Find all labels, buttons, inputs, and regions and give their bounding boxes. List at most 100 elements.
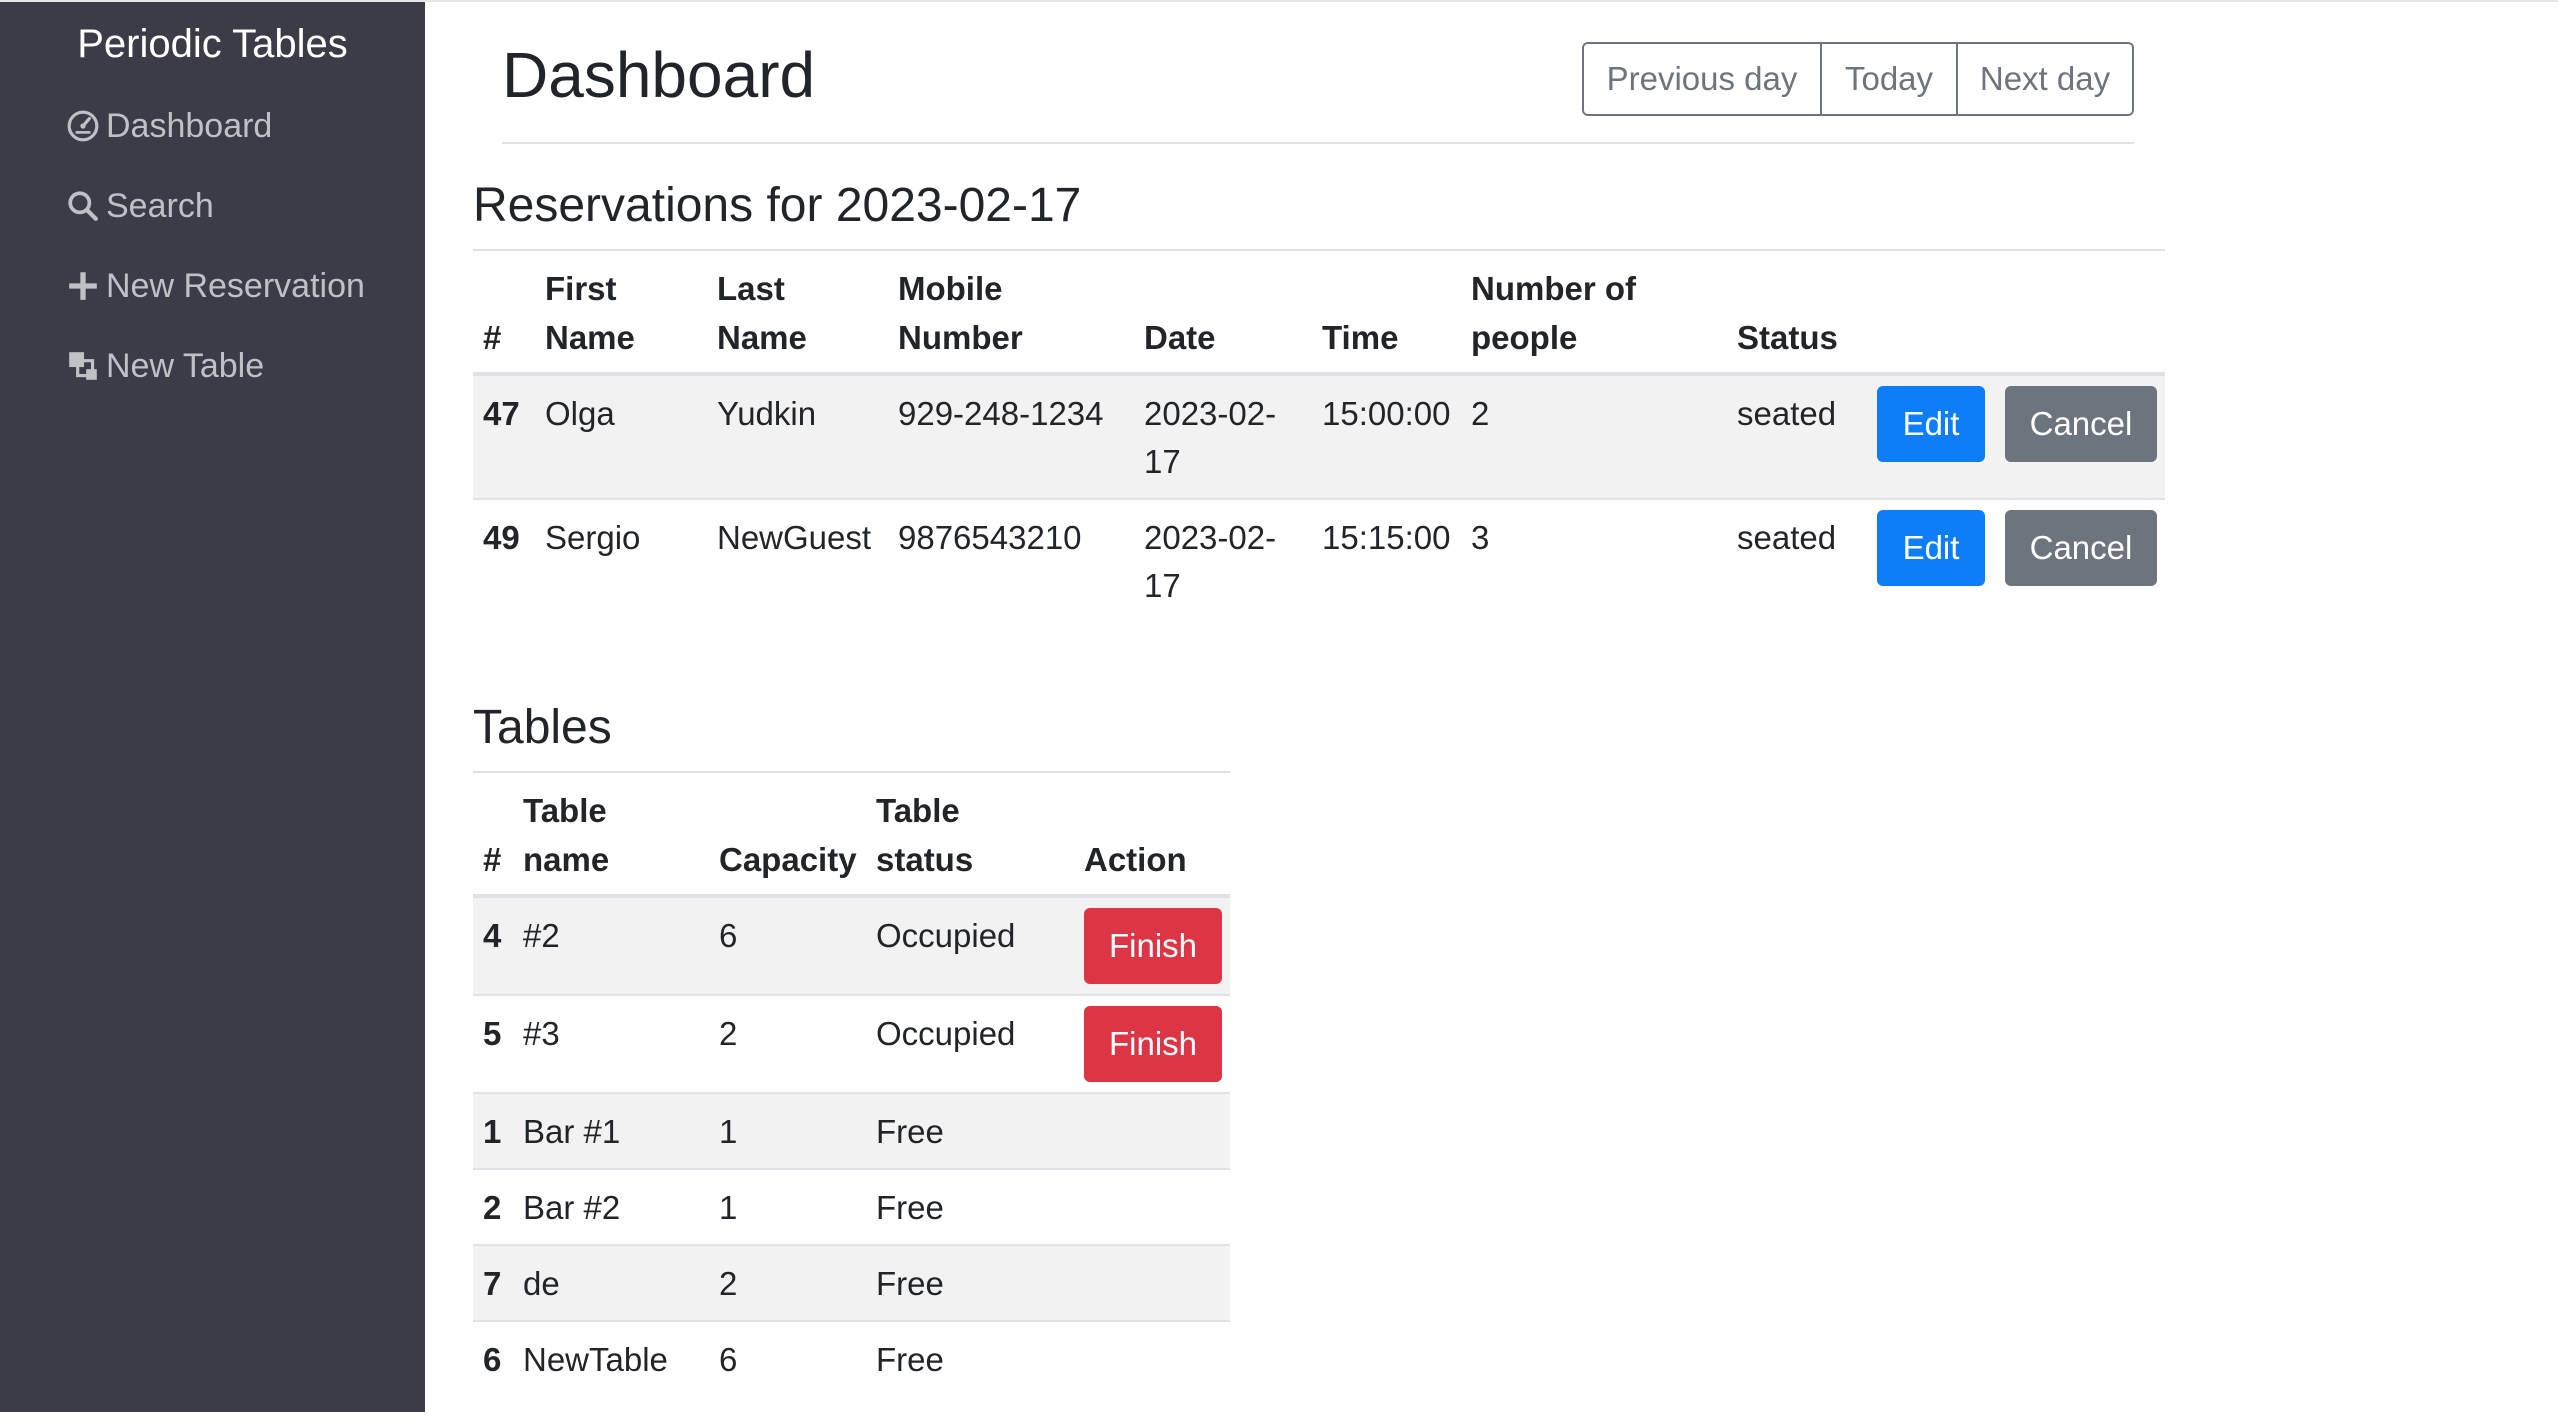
last-name: NewGuest <box>707 498 888 622</box>
column-header: First Name <box>535 256 707 376</box>
cancel-button[interactable]: Cancel <box>2005 386 2157 462</box>
reservation-time: 15:00:00 <box>1312 373 1461 499</box>
first-name: Olga <box>535 373 707 499</box>
column-header: # <box>473 778 513 898</box>
reservation-time: 15:15:00 <box>1312 498 1461 622</box>
sidebar-item-label: Dashboard <box>106 106 273 145</box>
previous-day-button[interactable]: Previous day <box>1584 44 1820 114</box>
today-button[interactable]: Today <box>1820 44 1956 114</box>
table-id: 1 <box>473 1092 513 1169</box>
column-header: Number of people <box>1461 256 1727 376</box>
table-capacity: 6 <box>709 1320 866 1396</box>
table-action <box>1074 1168 1230 1245</box>
reservation-status: seated <box>1727 373 1867 499</box>
row-actions: Edit Cancel <box>1867 498 2165 622</box>
table-action <box>1074 1320 1230 1396</box>
cancel-button[interactable]: Cancel <box>2005 510 2157 586</box>
reservations-heading: Reservations for 2023-02-17 <box>473 179 1082 232</box>
table-id: 7 <box>473 1244 513 1321</box>
table-status: Occupied <box>866 994 1074 1093</box>
table-header-row: # First Name Last Name Mobile Number Dat… <box>473 256 2165 376</box>
next-day-button[interactable]: Next day <box>1956 44 2132 114</box>
table-row: 5 #3 2 Occupied Finish <box>473 994 1230 1093</box>
table-id: 4 <box>473 895 513 995</box>
table-action: Finish <box>1074 895 1230 995</box>
plus-icon <box>66 269 100 303</box>
first-name: Sergio <box>535 498 707 622</box>
reservations-table: # First Name Last Name Mobile Number Dat… <box>473 256 2165 622</box>
column-header: Table name <box>513 778 709 898</box>
layers-icon <box>66 349 100 383</box>
column-header: # <box>473 256 535 376</box>
sidebar-item-label: Search <box>106 186 214 225</box>
tables-table: # Table name Capacity Table status Actio… <box>473 778 1230 1396</box>
table-row: 49 Sergio NewGuest 9876543210 2023-02-17… <box>473 498 2165 622</box>
edit-button[interactable]: Edit <box>1877 510 1985 586</box>
sidebar-item-new-reservation[interactable]: New Reservation <box>66 258 365 314</box>
finish-button[interactable]: Finish <box>1084 908 1222 984</box>
people-count: 3 <box>1461 498 1727 622</box>
sidebar-item-dashboard[interactable]: Dashboard <box>66 98 272 154</box>
table-status: Free <box>866 1320 1074 1396</box>
reservation-id: 47 <box>473 373 535 499</box>
column-header: Capacity <box>709 778 866 898</box>
sidebar-item-new-table[interactable]: New Table <box>66 338 264 394</box>
people-count: 2 <box>1461 373 1727 499</box>
dashboard-icon <box>66 109 100 143</box>
table-id: 6 <box>473 1320 513 1396</box>
edit-button[interactable]: Edit <box>1877 386 1985 462</box>
table-action <box>1074 1244 1230 1321</box>
table-row: 2 Bar #2 1 Free <box>473 1168 1230 1245</box>
table-name: Bar #2 <box>513 1168 709 1245</box>
table-capacity: 1 <box>709 1168 866 1245</box>
mobile-number: 9876543210 <box>888 498 1134 622</box>
sidebar: Periodic Tables Dashboard Search New Res… <box>0 2 425 1412</box>
table-name: #3 <box>513 994 709 1093</box>
finish-button[interactable]: Finish <box>1084 1006 1222 1082</box>
column-header: Action <box>1074 778 1230 898</box>
column-header: Last Name <box>707 256 888 376</box>
table-status: Occupied <box>866 895 1074 995</box>
reservation-date: 2023-02-17 <box>1134 498 1312 622</box>
table-action: Finish <box>1074 994 1230 1093</box>
reservation-id: 49 <box>473 498 535 622</box>
table-name: #2 <box>513 895 709 995</box>
sidebar-item-label: New Table <box>106 346 265 385</box>
last-name: Yudkin <box>707 373 888 499</box>
table-row: 7 de 2 Free <box>473 1244 1230 1321</box>
date-nav-group: Previous day Today Next day <box>1582 42 2134 116</box>
column-header: Mobile Number <box>888 256 1134 376</box>
reservation-status: seated <box>1727 498 1867 622</box>
brand-title[interactable]: Periodic Tables <box>0 14 425 74</box>
table-name: de <box>513 1244 709 1321</box>
table-capacity: 2 <box>709 1244 866 1321</box>
table-name: Bar #1 <box>513 1092 709 1169</box>
table-row: 6 NewTable 6 Free <box>473 1320 1230 1396</box>
mobile-number: 929-248-1234 <box>888 373 1134 499</box>
sidebar-item-search[interactable]: Search <box>66 178 214 234</box>
column-header: Table status <box>866 778 1074 898</box>
table-capacity: 6 <box>709 895 866 995</box>
header-divider <box>502 142 2134 144</box>
table-row: 1 Bar #1 1 Free <box>473 1092 1230 1169</box>
table-status: Free <box>866 1244 1074 1321</box>
table-action <box>1074 1092 1230 1169</box>
tables-divider <box>473 771 1230 773</box>
column-header <box>1867 256 2165 376</box>
tables-heading: Tables <box>473 701 612 754</box>
reservations-divider <box>473 249 2165 251</box>
table-capacity: 1 <box>709 1092 866 1169</box>
table-row: 47 Olga Yudkin 929-248-1234 2023-02-17 1… <box>473 373 2165 499</box>
table-status: Free <box>866 1168 1074 1245</box>
table-name: NewTable <box>513 1320 709 1396</box>
search-icon <box>66 189 100 223</box>
sidebar-item-label: New Reservation <box>106 266 365 305</box>
table-header-row: # Table name Capacity Table status Actio… <box>473 778 1230 898</box>
reservation-date: 2023-02-17 <box>1134 373 1312 499</box>
table-id: 2 <box>473 1168 513 1245</box>
column-header: Date <box>1134 256 1312 376</box>
page-title: Dashboard <box>502 39 816 111</box>
column-header: Time <box>1312 256 1461 376</box>
table-row: 4 #2 6 Occupied Finish <box>473 895 1230 995</box>
table-capacity: 2 <box>709 994 866 1093</box>
